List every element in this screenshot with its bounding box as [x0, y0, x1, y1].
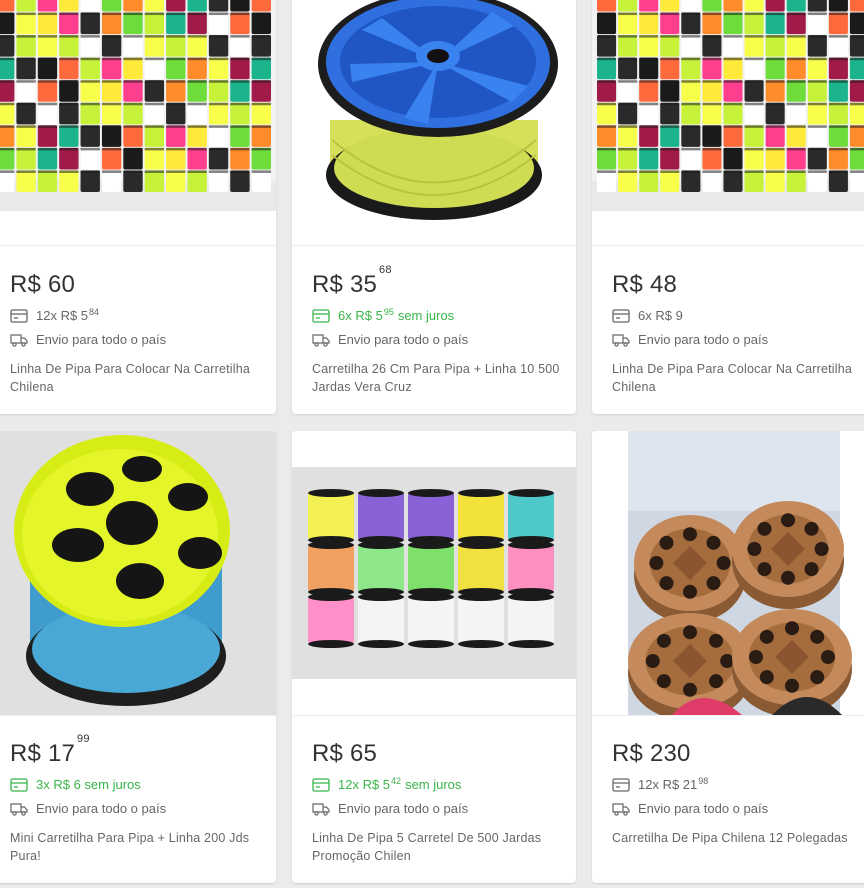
product-title[interactable]: Carretilha 26 Cm Para Pipa + Linha 10 50… [312, 360, 562, 396]
delivery-truck-icon [312, 333, 330, 347]
product-image-wooden-reels[interactable] [592, 431, 864, 715]
installment-info: 3x R$ 6 sem juros [10, 777, 141, 792]
product-card[interactable]: R$ 48 6x R$ 9 Envio para todo o país Lin… [592, 0, 864, 414]
product-title[interactable]: Linha De Pipa 5 Carretel De 500 Jardas P… [312, 829, 562, 865]
shipping-info: Envio para todo o país [312, 801, 468, 816]
product-price: R$ 3568 [312, 264, 392, 298]
credit-card-icon [612, 777, 630, 792]
shipping-info: Envio para todo o país [10, 332, 166, 347]
product-image-colored-spools[interactable] [292, 431, 576, 715]
product-card[interactable]: R$ 230 12x R$ 21 98 Envio para todo o paí… [592, 431, 864, 883]
product-image-mini-reel[interactable] [0, 431, 276, 715]
delivery-truck-icon [612, 333, 630, 347]
product-card[interactable]: R$ 60 12x R$ 5 84 Envio para todo o país … [0, 0, 276, 414]
product-price: R$ 48 [612, 271, 678, 298]
product-price: R$ 1799 [10, 733, 90, 767]
product-card[interactable]: R$ 1799 3x R$ 6 sem juros Envio para tod… [0, 431, 276, 883]
delivery-truck-icon [612, 802, 630, 816]
installment-info: 12x R$ 5 42 sem juros [312, 776, 461, 792]
installment-info: 6x R$ 5 95 sem juros [312, 307, 454, 323]
delivery-truck-icon [312, 802, 330, 816]
product-price: R$ 230 [612, 740, 691, 767]
product-card[interactable]: R$ 65 12x R$ 5 42 sem juros Envio para tod… [292, 431, 576, 883]
shipping-info: Envio para todo o país [612, 801, 768, 816]
credit-card-icon [10, 308, 28, 323]
product-card[interactable]: R$ 3568 6x R$ 5 95 sem juros Envio para to… [292, 0, 576, 414]
shipping-info: Envio para todo o país [612, 332, 768, 347]
installment-info: 12x R$ 21 98 [612, 776, 712, 792]
delivery-truck-icon [10, 802, 28, 816]
product-image-spools-grid[interactable] [0, 0, 276, 211]
product-price: R$ 60 [10, 271, 76, 298]
delivery-truck-icon [10, 333, 28, 347]
credit-card-icon [312, 308, 330, 323]
shipping-info: Envio para todo o país [10, 801, 166, 816]
installment-info: 6x R$ 9 [612, 308, 683, 323]
product-image-spools-grid[interactable] [592, 0, 864, 211]
product-title[interactable]: Linha De Pipa Para Colocar Na Carretilha… [612, 360, 860, 396]
product-title[interactable]: Carretilha De Pipa Chilena 12 Polegadas [612, 829, 860, 847]
product-title[interactable]: Linha De Pipa Para Colocar Na Carretilha… [10, 360, 262, 396]
credit-card-icon [612, 308, 630, 323]
credit-card-icon [312, 777, 330, 792]
installment-info: 12x R$ 5 84 [10, 307, 103, 323]
credit-card-icon [10, 777, 28, 792]
product-price: R$ 65 [312, 740, 378, 767]
product-title[interactable]: Mini Carretilha Para Pipa + Linha 200 Jd… [10, 829, 262, 865]
product-image-blue-reel[interactable] [292, 0, 576, 236]
shipping-info: Envio para todo o país [312, 332, 468, 347]
